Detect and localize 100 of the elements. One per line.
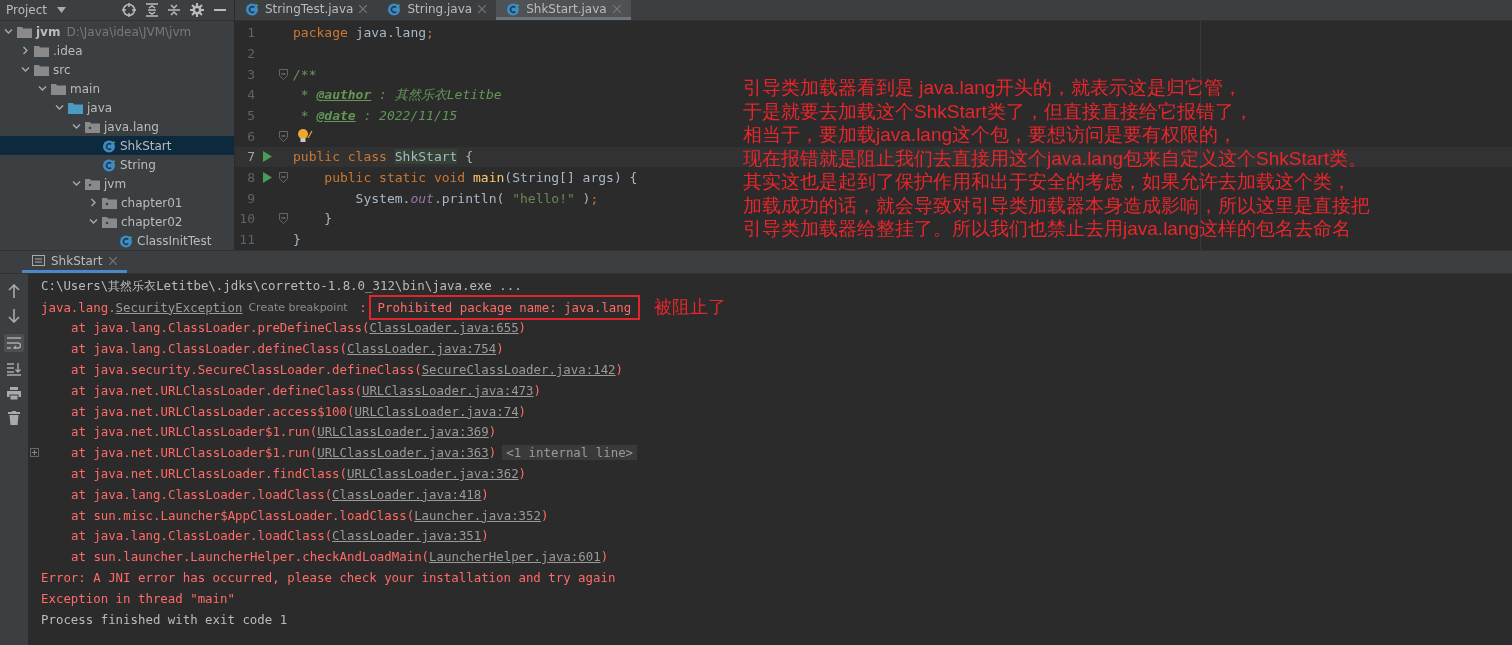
- console-text: ): [518, 320, 527, 336]
- source-link[interactable]: URLClassLoader.java:369: [317, 424, 489, 440]
- up-arrow-icon[interactable]: [8, 284, 20, 298]
- close-icon[interactable]: [478, 4, 487, 13]
- tree-item[interactable]: ClassInitTest: [0, 231, 234, 250]
- console-text: ): [533, 382, 541, 398]
- scroll-to-end-icon[interactable]: [7, 363, 21, 376]
- tree-item[interactable]: jvm D:\Java\idea\JVM\jvm: [0, 22, 234, 41]
- annotation-note: 被阻止了: [654, 296, 727, 320]
- tree-item[interactable]: chapter02: [0, 212, 234, 231]
- editor-tab[interactable]: ShkStart.java: [496, 0, 631, 21]
- collapsed-lines-label[interactable]: <1 internal line>: [502, 445, 638, 461]
- editor-tab[interactable]: StringTest.java: [235, 0, 378, 21]
- tree-item[interactable]: main: [0, 79, 234, 98]
- doc-comment: /**: [293, 66, 317, 82]
- settings-icon[interactable]: [190, 3, 204, 17]
- tree-item[interactable]: src: [0, 60, 234, 79]
- panel-title[interactable]: Project: [6, 3, 48, 17]
- source-link[interactable]: ClassLoader.java:351: [332, 528, 482, 544]
- annotation-text: 于是就要去加载这个ShkStart类了，但直接直接给它报错了，: [743, 99, 1254, 123]
- console-text: ): [518, 466, 527, 482]
- console-text: at java.net.URLClassLoader$1.run(: [71, 424, 318, 440]
- source-link[interactable]: ClassLoader.java:754: [347, 341, 497, 357]
- doc-tag: @date: [316, 108, 356, 124]
- line-number: 7: [246, 149, 255, 165]
- tree-item[interactable]: chapter01: [0, 193, 234, 212]
- annotation-text: 其实这也是起到了保护作用和出于安全的考虑，如果允许去加载这个类，: [743, 170, 1352, 194]
- code-keyword: package: [293, 25, 349, 41]
- console-text: at sun.launcher.LauncherHelper.checkAndLoadMain(: [71, 549, 430, 565]
- console-text: at java.lang.ClassLoader.defineClass(: [71, 341, 347, 357]
- console-text: C:\Users\其然乐衣Letitbe\.jdks\corretto-1.8.0_312\bin\java.exe ...: [41, 277, 522, 295]
- code-text: java.lang: [355, 25, 427, 41]
- line-number: 6: [246, 128, 255, 144]
- highlighted-message: Prohibited package name: java.lang: [368, 294, 641, 320]
- tree-item[interactable]: ShkStart: [0, 136, 234, 155]
- tree-item[interactable]: java: [0, 98, 234, 117]
- source-link[interactable]: ClassLoader.java:418: [332, 486, 482, 502]
- down-arrow-icon[interactable]: [8, 309, 20, 323]
- run-icon[interactable]: [262, 151, 272, 163]
- source-link[interactable]: URLClassLoader.java:74: [354, 403, 519, 419]
- collapse-all-icon[interactable]: [168, 3, 180, 17]
- create-breakpoint-link[interactable]: Create breakpoint: [248, 300, 348, 314]
- tree-item[interactable]: String: [0, 155, 234, 174]
- print-icon[interactable]: [7, 387, 21, 400]
- doc-comment: : 2022/11/15: [362, 108, 458, 124]
- console-text: ): [615, 362, 624, 378]
- method-name: main: [473, 170, 505, 186]
- source-link[interactable]: LauncherHelper.java:601: [429, 549, 601, 565]
- code-text: .println(: [433, 190, 506, 206]
- expand-all-icon[interactable]: [146, 3, 158, 17]
- fold-icon[interactable]: [279, 213, 288, 225]
- java-class-icon: [506, 1, 521, 16]
- code-text: (String[] args) {: [504, 170, 638, 186]
- code-field: out: [410, 190, 434, 206]
- package-folder-icon: [85, 177, 100, 190]
- folder-icon: [34, 44, 49, 57]
- soft-wrap-button[interactable]: [4, 334, 24, 352]
- folder-icon: [17, 25, 32, 38]
- code-text: {: [464, 149, 474, 165]
- source-link[interactable]: ClassLoader.java:655: [369, 320, 519, 336]
- line-number: 5: [246, 108, 255, 124]
- code-text: }: [323, 211, 333, 227]
- console-text: at java.lang.ClassLoader.loadClass(: [71, 528, 333, 544]
- class-name: ShkStart: [394, 149, 458, 165]
- source-link[interactable]: URLClassLoader.java:473: [361, 382, 534, 398]
- source-link[interactable]: SecureClassLoader.java:142: [421, 362, 616, 378]
- close-icon[interactable]: [108, 256, 117, 265]
- fold-icon[interactable]: [279, 68, 288, 80]
- tree-item[interactable]: jvm: [0, 174, 234, 193]
- run-tab[interactable]: ShkStart: [22, 254, 127, 273]
- tree-item[interactable]: java.lang: [0, 117, 234, 136]
- run-icon[interactable]: [262, 172, 272, 184]
- editor-tab[interactable]: String.java: [377, 0, 497, 21]
- source-link[interactable]: SecurityException: [115, 299, 243, 315]
- lightbulb-icon[interactable]: [297, 128, 313, 145]
- folder-icon: [51, 82, 66, 95]
- dropdown-icon[interactable]: [57, 7, 67, 13]
- console-text: at sun.misc.Launcher$AppClassLoader.loadClass(: [71, 507, 415, 523]
- fold-icon[interactable]: [279, 172, 288, 184]
- annotation-text: 加载成功的话，就会导致对引导类加载器本身造成影响，所以这里是直接把: [743, 193, 1370, 217]
- console-text: ): [488, 445, 497, 461]
- annotation-text: 相当于，要加载java.lang这个包，要想访问是要有权限的，: [743, 123, 1239, 147]
- package-folder-icon: [102, 196, 117, 209]
- folder-icon: [34, 63, 49, 76]
- source-link[interactable]: URLClassLoader.java:362: [347, 466, 519, 482]
- crosshair-icon[interactable]: [122, 3, 136, 17]
- doc-comment: : 其然乐衣Letitbe: [378, 85, 502, 104]
- close-icon[interactable]: [359, 4, 368, 13]
- line-number: 3: [246, 66, 255, 82]
- source-link[interactable]: URLClassLoader.java:363: [317, 445, 489, 461]
- fold-icon[interactable]: [279, 130, 288, 142]
- console-text: at java.net.URLClassLoader.findClass(: [71, 466, 347, 482]
- trash-icon[interactable]: [8, 411, 20, 425]
- tree-item[interactable]: .idea: [0, 41, 234, 60]
- console-text: ): [481, 528, 489, 544]
- code-text: }: [293, 232, 301, 248]
- console-text: at java.net.URLClassLoader.defineClass(: [71, 382, 362, 398]
- expand-icon[interactable]: [30, 448, 39, 458]
- source-link[interactable]: Launcher.java:352: [414, 507, 541, 523]
- java-class-icon: [102, 157, 116, 172]
